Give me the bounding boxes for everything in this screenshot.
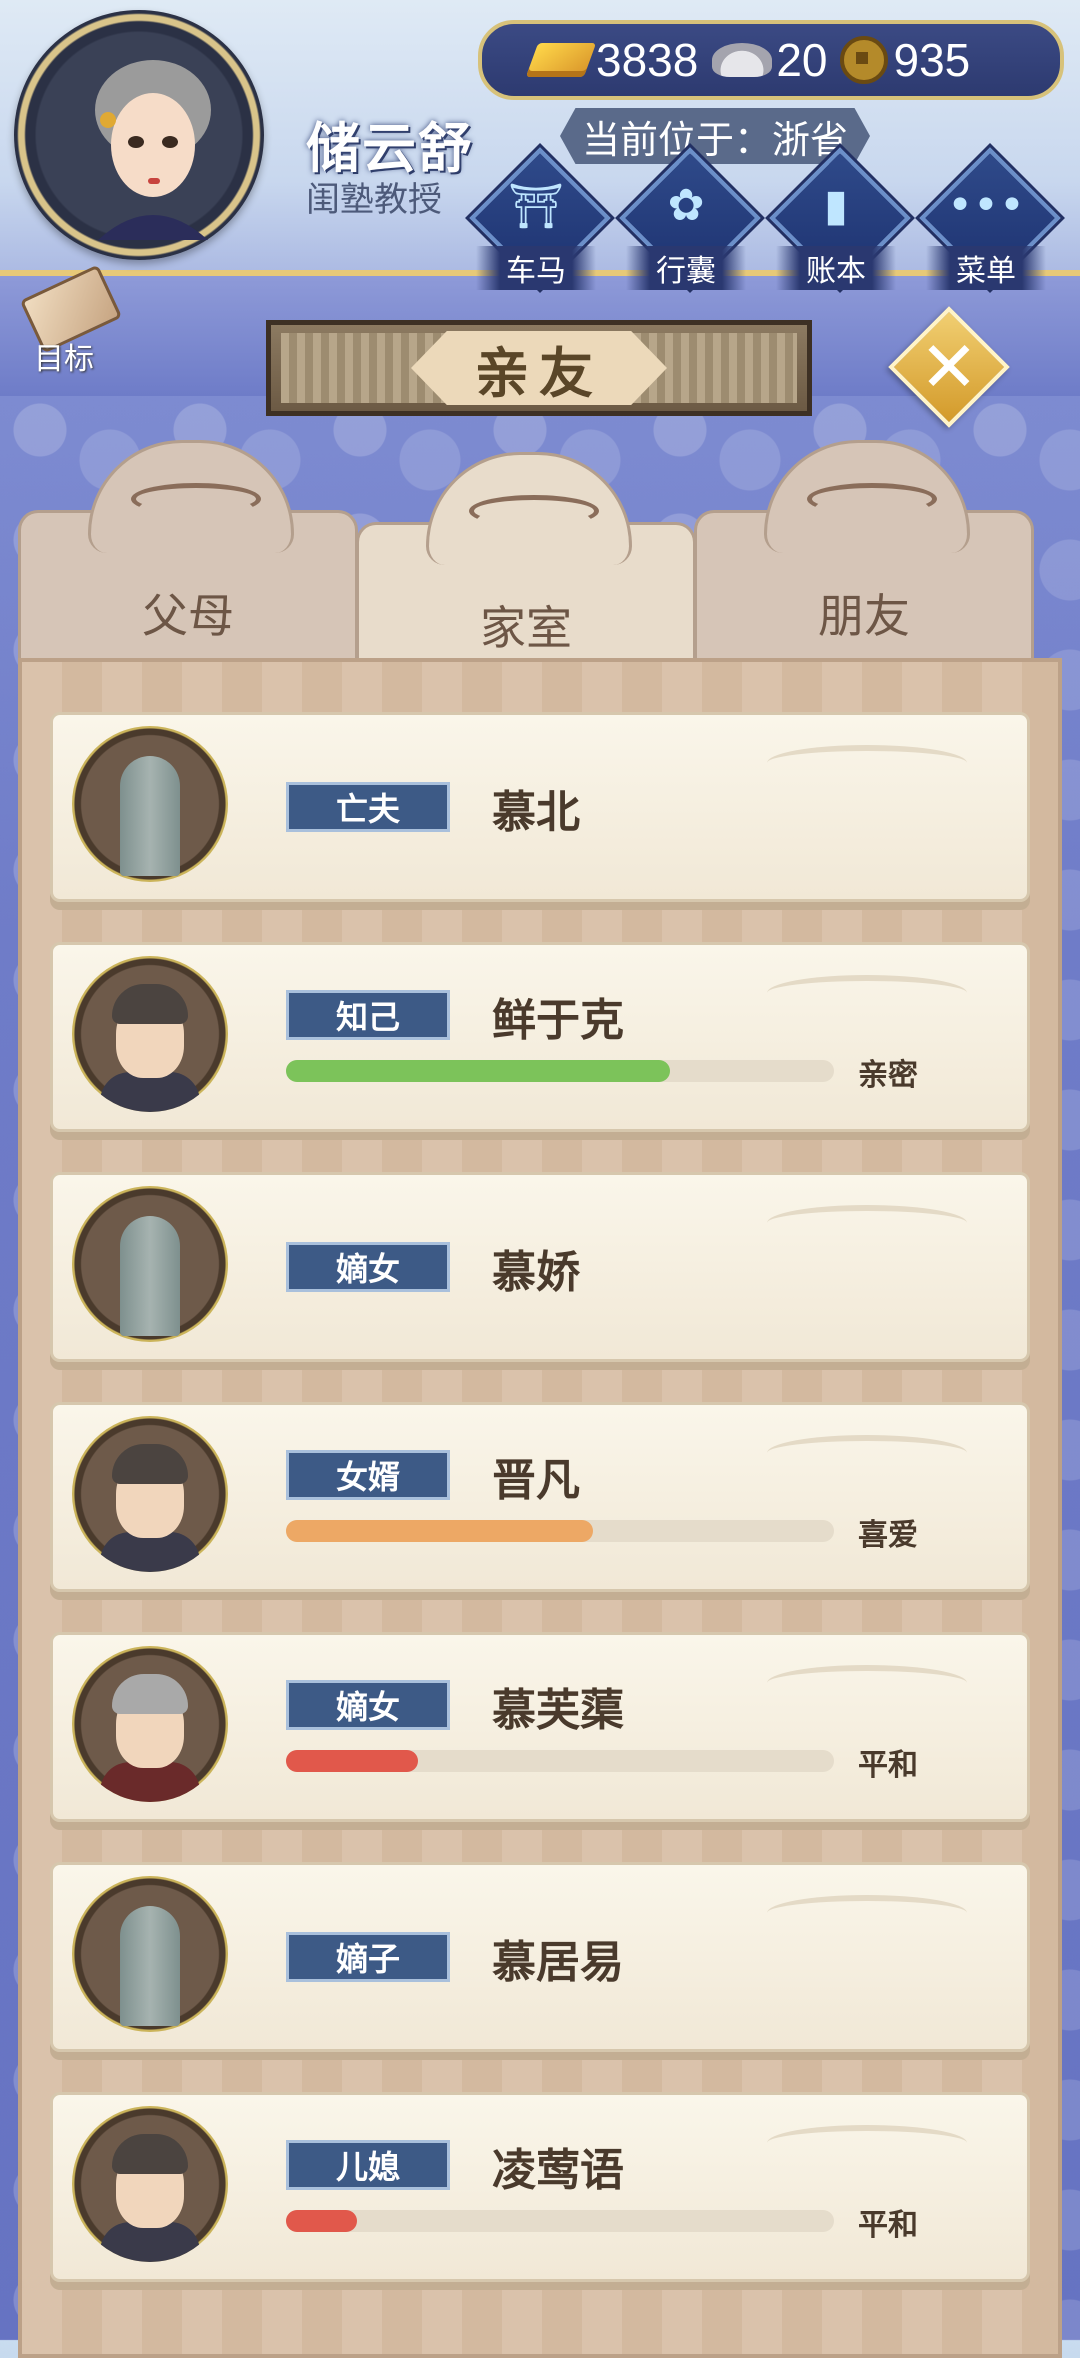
relation-card[interactable]: 女婿 晋凡 喜爱 xyxy=(50,1402,1030,1598)
character-name: 慕北 xyxy=(492,787,580,838)
ledger-label: 账本 xyxy=(776,246,896,290)
character-name: 凌莺语 xyxy=(492,2145,624,2196)
tab-label: 父母 xyxy=(142,589,234,643)
affinity-fill xyxy=(286,2210,358,2232)
affinity-status: 亲密 xyxy=(858,1058,918,1093)
gold-ingot-icon xyxy=(525,43,597,77)
carriage-label: 车马 xyxy=(476,246,596,290)
bag-label: 行囊 xyxy=(626,246,746,290)
title-banner: 亲友 xyxy=(266,320,812,416)
menu-button[interactable]: ••• 菜单 xyxy=(919,147,1061,290)
tombstone-icon xyxy=(72,1186,228,1342)
relation-tag: 知己 xyxy=(286,990,450,1040)
character-name: 慕芙蕖 xyxy=(492,1685,624,1736)
player-title: 闺塾教授 xyxy=(306,180,442,220)
relation-tag: 亡夫 xyxy=(286,782,450,832)
tab-label: 家室 xyxy=(480,601,572,655)
player-portrait-icon xyxy=(95,60,211,240)
affinity-fill xyxy=(286,1750,418,1772)
relation-tag: 儿媳 xyxy=(286,2140,450,2190)
player-avatar[interactable] xyxy=(14,10,264,260)
portrait-icon xyxy=(72,1646,228,1802)
affinity-bar xyxy=(286,2210,834,2232)
cloud-ornament-icon xyxy=(426,452,632,565)
gold-counter: 3838 xyxy=(482,33,698,87)
copper-coin-icon xyxy=(839,36,888,84)
goal-button[interactable]: 目标 xyxy=(14,264,124,377)
menu-label: 菜单 xyxy=(926,246,1046,290)
currency-bar: 3838 20 935 xyxy=(478,20,1064,100)
relation-card[interactable]: 嫡子 慕居易 xyxy=(50,1862,1030,2058)
affinity-bar xyxy=(286,1750,834,1772)
affinity-status: 平和 xyxy=(858,1748,918,1783)
relation-tag: 嫡子 xyxy=(286,1932,450,1982)
character-name: 晋凡 xyxy=(492,1455,580,1506)
tombstone-icon xyxy=(72,1876,228,2032)
relation-card[interactable]: 嫡女 慕芙蕖 平和 xyxy=(50,1632,1030,1828)
relation-card[interactable]: 嫡女 慕娇 xyxy=(50,1172,1030,1368)
close-icon: ✕ xyxy=(919,326,979,408)
relation-tag: 女婿 xyxy=(286,1450,450,1500)
affinity-bar xyxy=(286,1060,834,1082)
portrait-icon xyxy=(72,1416,228,1572)
goal-label: 目标 xyxy=(34,342,94,377)
affinity-status: 喜爱 xyxy=(858,1518,918,1553)
character-name: 慕娇 xyxy=(492,1247,580,1298)
cloud-ornament-icon xyxy=(88,440,294,553)
tab-friends[interactable]: 朋友 xyxy=(694,440,1034,670)
bag-button[interactable]: ✿ 行囊 xyxy=(619,147,761,290)
tab-parents[interactable]: 父母 xyxy=(18,440,358,670)
tab-family[interactable]: 家室 xyxy=(356,452,696,682)
affinity-fill xyxy=(286,1060,670,1082)
cloud-ornament-icon xyxy=(764,440,970,553)
affinity-fill xyxy=(286,1520,593,1542)
portrait-icon xyxy=(72,2106,228,2262)
silver-counter: 20 xyxy=(698,33,828,87)
bag-icon: ✿ xyxy=(667,180,705,231)
coin-counter: 935 xyxy=(828,33,971,87)
more-icon: ••• xyxy=(947,180,1025,231)
silver-amount: 20 xyxy=(776,34,828,86)
affinity-status: 平和 xyxy=(858,2208,918,2243)
tab-label: 朋友 xyxy=(818,589,910,643)
affinity-bar xyxy=(286,1520,834,1542)
relation-card[interactable]: 亡夫 慕北 xyxy=(50,712,1030,908)
location-indicator: 当前位于：浙省 xyxy=(560,108,870,164)
character-name: 慕居易 xyxy=(492,1937,624,1988)
ledger-icon: ▮ xyxy=(823,180,849,231)
carriage-button[interactable]: ⛩ 车马 xyxy=(469,147,611,290)
ledger-button[interactable]: ▮ 账本 xyxy=(769,147,911,290)
silver-ingot-icon xyxy=(712,43,773,77)
coin-amount: 935 xyxy=(893,34,971,86)
character-name: 鲜于克 xyxy=(492,995,624,1046)
tombstone-icon xyxy=(72,726,228,882)
gold-amount: 3838 xyxy=(596,34,699,86)
carriage-icon: ⛩ xyxy=(508,181,564,232)
relation-tag: 嫡女 xyxy=(286,1242,450,1292)
relation-card[interactable]: 儿媳 凌莺语 平和 xyxy=(50,2092,1030,2288)
relation-card[interactable]: 知己 鲜于克 亲密 xyxy=(50,942,1030,1138)
portrait-icon xyxy=(72,956,228,1112)
relation-tag: 嫡女 xyxy=(286,1680,450,1730)
page-title: 亲友 xyxy=(411,331,667,405)
